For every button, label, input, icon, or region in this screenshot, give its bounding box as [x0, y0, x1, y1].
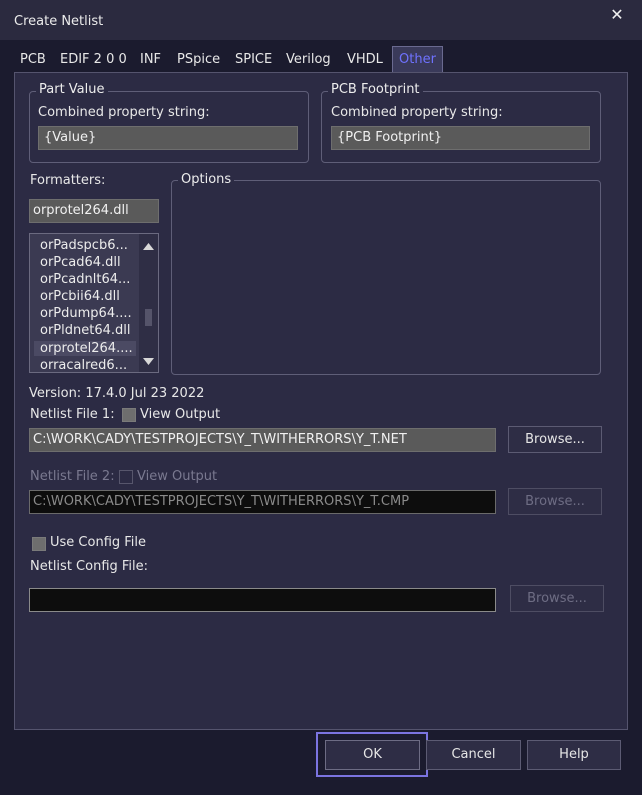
formatter-selected-field[interactable]: orprotel264.dll: [29, 199, 159, 223]
close-icon[interactable]: ✕: [606, 4, 628, 26]
formatter-item[interactable]: orPldnet64.dll: [40, 323, 131, 338]
help-button[interactable]: Help: [527, 740, 621, 770]
netlist-file-2-label: Netlist File 2:: [30, 469, 115, 484]
pcb-footprint-label: Combined property string:: [331, 105, 503, 120]
formatters-listbox[interactable]: orPadspcb6... orPcad64.dll orPcadnlt64..…: [29, 233, 159, 373]
netlist-config-label: Netlist Config File:: [30, 559, 149, 574]
netlist-config-field[interactable]: [29, 588, 496, 612]
formatter-item[interactable]: orPcbii64.dll: [40, 289, 120, 304]
formatter-item-selected[interactable]: orprotel264....: [34, 341, 136, 356]
view-output-1-checkbox[interactable]: [122, 408, 136, 422]
use-config-checkbox[interactable]: [32, 537, 46, 551]
tab-other[interactable]: Other: [392, 46, 443, 73]
tab-panel: [14, 72, 628, 730]
formatter-item[interactable]: orPcadnlt64...: [40, 272, 130, 287]
tab-spice[interactable]: SPICE: [235, 48, 272, 72]
formatters-scrollbar[interactable]: [139, 234, 158, 372]
formatter-item[interactable]: orPadspcb6...: [40, 238, 128, 253]
options-group: [171, 180, 601, 375]
scrollbar-graphics: [143, 243, 154, 365]
browse-1-button[interactable]: Browse...: [508, 426, 602, 453]
netlist-file-1-field[interactable]: C:\WORK\CADY\TESTPROJECTS\Y_T\WITHERRORS…: [29, 428, 496, 452]
scroll-down-icon: [143, 358, 154, 365]
tab-edif[interactable]: EDIF 2 0 0: [60, 48, 127, 72]
view-output-2-label: View Output: [137, 469, 218, 484]
browse-config-button[interactable]: Browse...: [510, 585, 604, 612]
part-value-field[interactable]: {Value}: [38, 126, 298, 150]
tab-inf[interactable]: INF: [140, 48, 161, 72]
ok-button[interactable]: OK: [325, 740, 420, 770]
part-value-legend: Part Value: [36, 82, 108, 97]
version-text: Version: 17.4.0 Jul 23 2022: [29, 386, 205, 401]
formatter-item[interactable]: orracalred6...: [40, 358, 127, 372]
tab-pcb[interactable]: PCB: [20, 48, 46, 72]
pcb-footprint-field[interactable]: {PCB Footprint}: [331, 126, 590, 150]
tab-pspice[interactable]: PSpice: [177, 48, 220, 72]
view-output-2-checkbox[interactable]: [119, 470, 133, 484]
formatter-item[interactable]: orPcad64.dll: [40, 255, 121, 270]
netlist-file-1-label: Netlist File 1:: [30, 407, 115, 422]
netlist-file-2-field[interactable]: C:\WORK\CADY\TESTPROJECTS\Y_T\WITHERRORS…: [29, 490, 496, 514]
pcb-footprint-legend: PCB Footprint: [328, 82, 423, 97]
formatters-label: Formatters:: [30, 173, 106, 188]
tab-vhdl[interactable]: VHDL: [347, 48, 383, 72]
browse-2-button[interactable]: Browse...: [508, 488, 602, 515]
options-legend: Options: [178, 172, 235, 187]
view-output-1-label: View Output: [140, 407, 221, 422]
cancel-button[interactable]: Cancel: [426, 740, 521, 770]
part-value-label: Combined property string:: [38, 105, 210, 120]
formatter-item[interactable]: orPdump64....: [40, 306, 132, 321]
window-title: Create Netlist: [14, 14, 104, 29]
tab-verilog[interactable]: Verilog: [286, 48, 331, 72]
scroll-up-icon: [143, 243, 154, 250]
scroll-thumb: [145, 309, 152, 326]
use-config-label: Use Config File: [50, 535, 147, 550]
